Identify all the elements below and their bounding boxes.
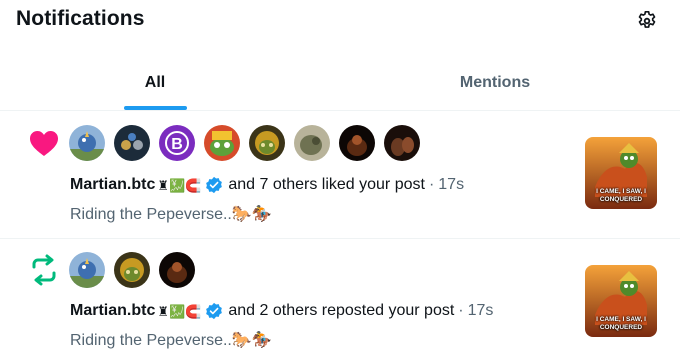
notification-action-text: and 7 others liked your post bbox=[228, 176, 425, 193]
page-title: Notifications bbox=[16, 7, 145, 30]
user-badges: ♜💹🧲 bbox=[157, 179, 201, 192]
thumbnail-caption: I CAME, I SAW, I CONQUERED bbox=[596, 188, 646, 203]
avatar[interactable] bbox=[384, 125, 420, 161]
post-preview-text: Riding the Pepeverse..🐎🏇 bbox=[70, 332, 272, 349]
timestamp[interactable]: 17s bbox=[438, 176, 464, 194]
avatar[interactable] bbox=[114, 125, 150, 161]
notification-summary: Martian.btc ♜💹🧲 and 7 others liked your … bbox=[70, 176, 464, 194]
username-link[interactable]: Martian.btc bbox=[70, 302, 155, 320]
notification-repost[interactable]: Martian.btc ♜💹🧲 and 2 others reposted yo… bbox=[0, 240, 680, 359]
heart-icon bbox=[30, 131, 58, 156]
avatar[interactable] bbox=[114, 252, 150, 288]
tab-all[interactable]: All bbox=[0, 56, 310, 110]
thumbnail-caption: I CAME, I SAW, I CONQUERED bbox=[596, 316, 646, 331]
verified-badge-icon bbox=[206, 176, 223, 194]
avatar[interactable] bbox=[204, 125, 240, 161]
gear-icon[interactable] bbox=[636, 10, 658, 32]
avatar[interactable] bbox=[339, 125, 375, 161]
user-badges: ♜💹🧲 bbox=[157, 305, 201, 318]
reposter-avatars bbox=[69, 252, 195, 288]
timestamp[interactable]: 17s bbox=[468, 302, 494, 320]
avatar[interactable] bbox=[249, 125, 285, 161]
username-link[interactable]: Martian.btc bbox=[70, 176, 155, 194]
tab-all-label: All bbox=[144, 74, 166, 91]
tab-mentions-label: Mentions bbox=[459, 74, 531, 91]
user-badge-emojis: ♜💹🧲 bbox=[157, 303, 202, 319]
post-thumbnail[interactable]: I CAME, I SAW, I CONQUERED bbox=[585, 137, 657, 209]
avatar[interactable] bbox=[159, 252, 195, 288]
liker-avatars: B bbox=[69, 125, 420, 161]
avatar[interactable] bbox=[69, 252, 105, 288]
avatar[interactable] bbox=[69, 125, 105, 161]
notification-action-text: and 2 others reposted your post bbox=[228, 302, 455, 319]
avatar[interactable]: B bbox=[159, 125, 195, 161]
avatar[interactable] bbox=[294, 125, 330, 161]
separator-dot: · bbox=[458, 302, 464, 319]
notifications-header: Notifications bbox=[0, 0, 680, 42]
notification-summary: Martian.btc ♜💹🧲 and 2 others reposted yo… bbox=[70, 302, 493, 320]
user-badge-emojis: ♜💹🧲 bbox=[157, 177, 202, 193]
tab-mentions[interactable]: Mentions bbox=[340, 56, 650, 110]
notification-tabs: All Mentions bbox=[0, 56, 680, 111]
repost-icon bbox=[32, 254, 56, 286]
active-tab-indicator bbox=[124, 106, 187, 110]
separator-dot: · bbox=[428, 176, 435, 193]
post-thumbnail[interactable]: I CAME, I SAW, I CONQUERED bbox=[585, 265, 657, 337]
notification-like[interactable]: B Martian.btc ♜💹🧲 and 7 others liked you… bbox=[0, 112, 680, 239]
verified-badge-icon bbox=[206, 302, 223, 320]
post-preview-text: Riding the Pepeverse..🐎🏇 bbox=[70, 206, 272, 223]
svg-text:B: B bbox=[171, 136, 183, 153]
